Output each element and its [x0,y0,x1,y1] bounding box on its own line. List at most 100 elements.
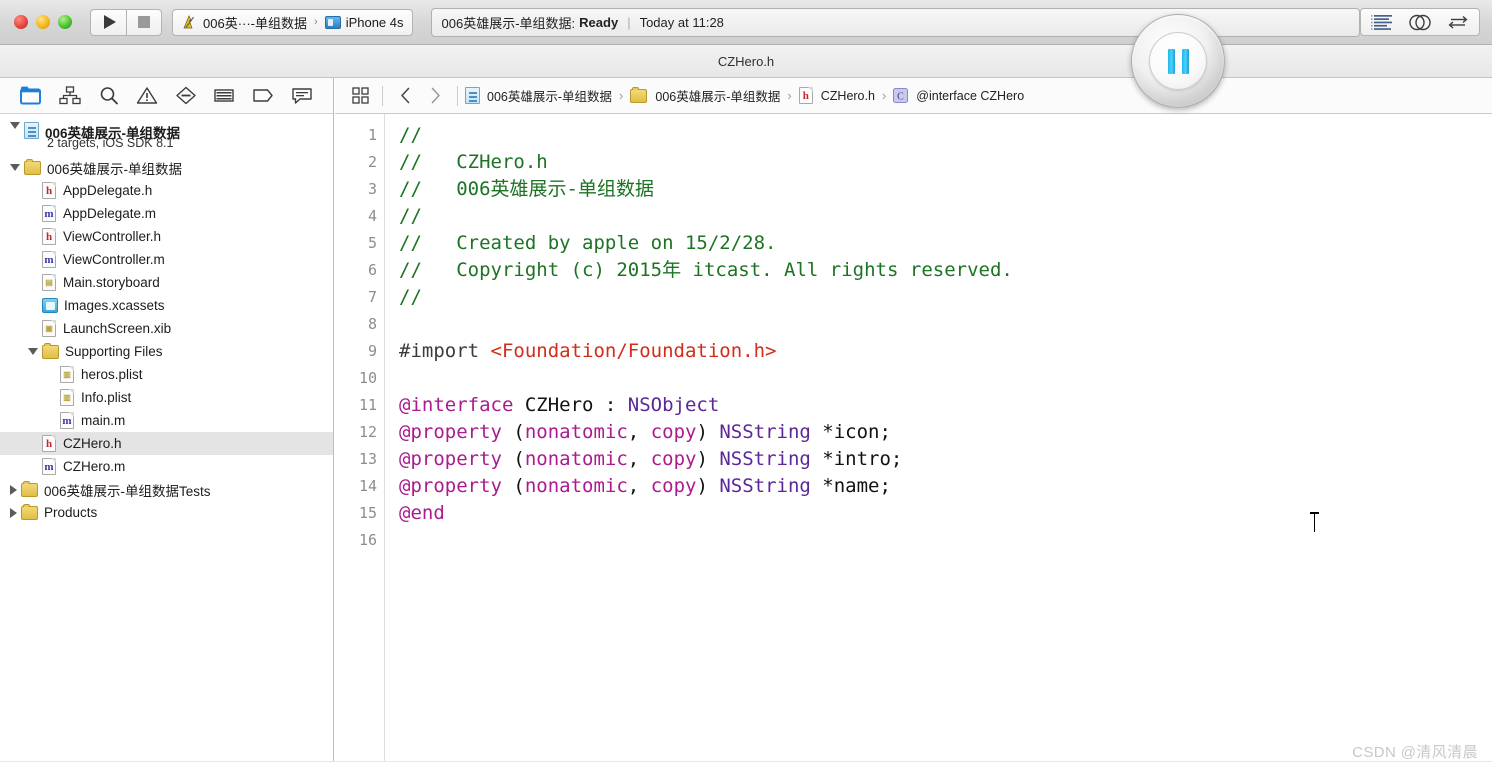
code-line: // 006英雄展示-单组数据 [399,176,1013,203]
assistant-editor-icon [1409,14,1431,30]
project-navigator-icon[interactable] [12,82,51,110]
related-items-icon[interactable] [345,83,375,109]
back-button[interactable] [390,83,420,109]
destination-name: iPhone 4s [345,14,404,30]
h-file-icon: h [42,182,57,199]
tree-row[interactable]: ▣ LaunchScreen.xib [0,317,333,340]
disclosure-triangle-icon[interactable] [10,122,20,129]
line-number: 8 [367,315,377,333]
standard-editor-button[interactable] [1363,9,1401,35]
line-number: 7 [367,288,377,306]
tree-row-label: 006英雄展示-单组数据 [47,161,183,177]
tree-row[interactable]: h ViewController.h [0,225,333,248]
version-editor-button[interactable] [1439,9,1477,35]
forward-button[interactable] [420,83,450,109]
code-token: // 006英雄展示-单组数据 [399,178,654,200]
tree-row[interactable]: ▥ Info.plist [0,386,333,409]
tree-row[interactable]: 006英雄展示-单组数据Tests [0,478,333,501]
disclosure-triangle-icon[interactable] [10,164,20,171]
active-tab-title: CZHero.h [717,53,775,69]
plist-icon: ▥ [60,389,75,406]
version-editor-icon [1448,15,1468,29]
folder-icon [630,86,648,103]
close-button[interactable] [14,15,28,29]
issue-navigator-icon[interactable] [128,82,167,110]
folder-icon [42,342,59,359]
breadcrumb-project[interactable]: 006英雄展示-单组数据 [465,86,612,105]
xcode-window: 006英···-单组数据 › iPhone 4s 006英雄展示-单组数据: R… [0,0,1492,776]
editor-tab-bar[interactable]: CZHero.h [0,45,1492,78]
tree-row[interactable]: 006英雄展示-单组数据 [0,156,333,179]
tree-row[interactable]: h CZHero.h [0,432,333,455]
tree-row-label: CZHero.m [63,459,126,474]
tree-row[interactable]: m main.m [0,409,333,432]
breadcrumb-group[interactable]: 006英雄展示-单组数据 [630,86,780,105]
tree-row[interactable]: m AppDelegate.m [0,202,333,225]
zoom-button[interactable] [58,15,72,29]
tree-row-label: ViewController.h [63,229,162,244]
breadcrumb-separator-2: › [787,88,792,103]
tree-row[interactable]: m ViewController.m [0,248,333,271]
debug-navigator-icon[interactable] [205,82,244,110]
scheme-selector[interactable]: 006英···-单组数据 › iPhone 4s [172,8,413,36]
tree-row[interactable]: Images.xcassets [0,294,333,317]
tree-row-label: Images.xcassets [64,298,165,313]
line-number: 6 [367,261,377,279]
run-button[interactable] [90,8,126,36]
code-line: // [399,203,1013,230]
tree-row-project[interactable]: 006英雄展示-单组数据 2 targets, iOS SDK 8.1 [0,120,333,156]
disclosure-triangle-icon[interactable] [10,484,17,495]
breadcrumb-label: 006英雄展示-单组数据 [487,90,613,104]
tree-row[interactable]: m CZHero.m [0,455,333,478]
assistant-editor-button[interactable] [1401,9,1439,35]
h-file-icon: h [42,435,57,452]
xcode-logo-icon [181,14,198,31]
iphone-simulator-icon [324,15,341,29]
breakpoint-navigator-icon[interactable] [244,82,283,110]
tree-row-label: ViewController.m [63,252,165,267]
breadcrumb-symbol[interactable]: C @interface CZHero [893,88,1024,103]
report-navigator-icon[interactable] [282,82,321,110]
code-content[interactable]: // // CZHero.h // 006英雄展示-单组数据 // // Created… [399,114,1013,554]
code-token: copy [650,421,697,443]
xcassets-icon [42,298,58,313]
tree-row[interactable]: Products [0,501,333,524]
symbol-navigator-icon[interactable] [51,82,90,110]
code-token: @interface [399,394,514,416]
disclosure-triangle-icon[interactable] [10,507,17,518]
code-token: <Foundation/Foundation.h> [490,340,777,362]
code-line: @property (nonatomic, copy) NSString *in… [399,446,1013,473]
code-token: nonatomic [524,421,628,443]
viewport-bottom-cutoff [0,761,1492,776]
tree-row-label: Info.plist [81,390,132,405]
tree-row[interactable]: ▥ heros.plist [0,363,333,386]
m-file-icon: m [42,205,57,222]
watermark: CSDN @清风清晨 [1352,744,1478,761]
h-file-icon: h [42,228,57,245]
tree-row-label: Main.storyboard [63,275,160,290]
tree-row[interactable]: Supporting Files [0,340,333,363]
code-token: NSString [719,475,811,497]
tree-row[interactable]: ▤ Main.storyboard [0,271,333,294]
code-line: // Copyright (c) 2015年 itcast. All right… [399,257,1013,284]
status-time: Today at 11:28 [639,14,724,30]
find-navigator-icon[interactable] [89,82,128,110]
breadcrumb-file[interactable]: h CZHero.h [798,87,875,104]
disclosure-triangle-icon[interactable] [28,348,38,355]
window-controls [14,15,72,29]
line-number: 2 [367,153,377,171]
tree-row-label: AppDelegate.m [63,206,157,221]
code-token: , [627,475,651,497]
code-line: // Created by apple on 15/2/28. [399,230,1013,257]
pause-recording-button[interactable] [1131,14,1225,108]
minimize-button[interactable] [36,15,50,29]
line-number: 11 [358,396,377,414]
stop-button[interactable] [126,8,162,36]
status-state: Ready [579,14,619,30]
tree-row[interactable]: h AppDelegate.h [0,179,333,202]
m-file-icon: m [60,412,75,429]
source-code-editor[interactable]: 1 2 3 4 5 6 7 8 9 10 11 12 13 14 15 16 //// CZHero.h// … [335,114,1492,776]
test-navigator-icon[interactable] [167,82,206,110]
code-token: *intro; [810,448,903,470]
